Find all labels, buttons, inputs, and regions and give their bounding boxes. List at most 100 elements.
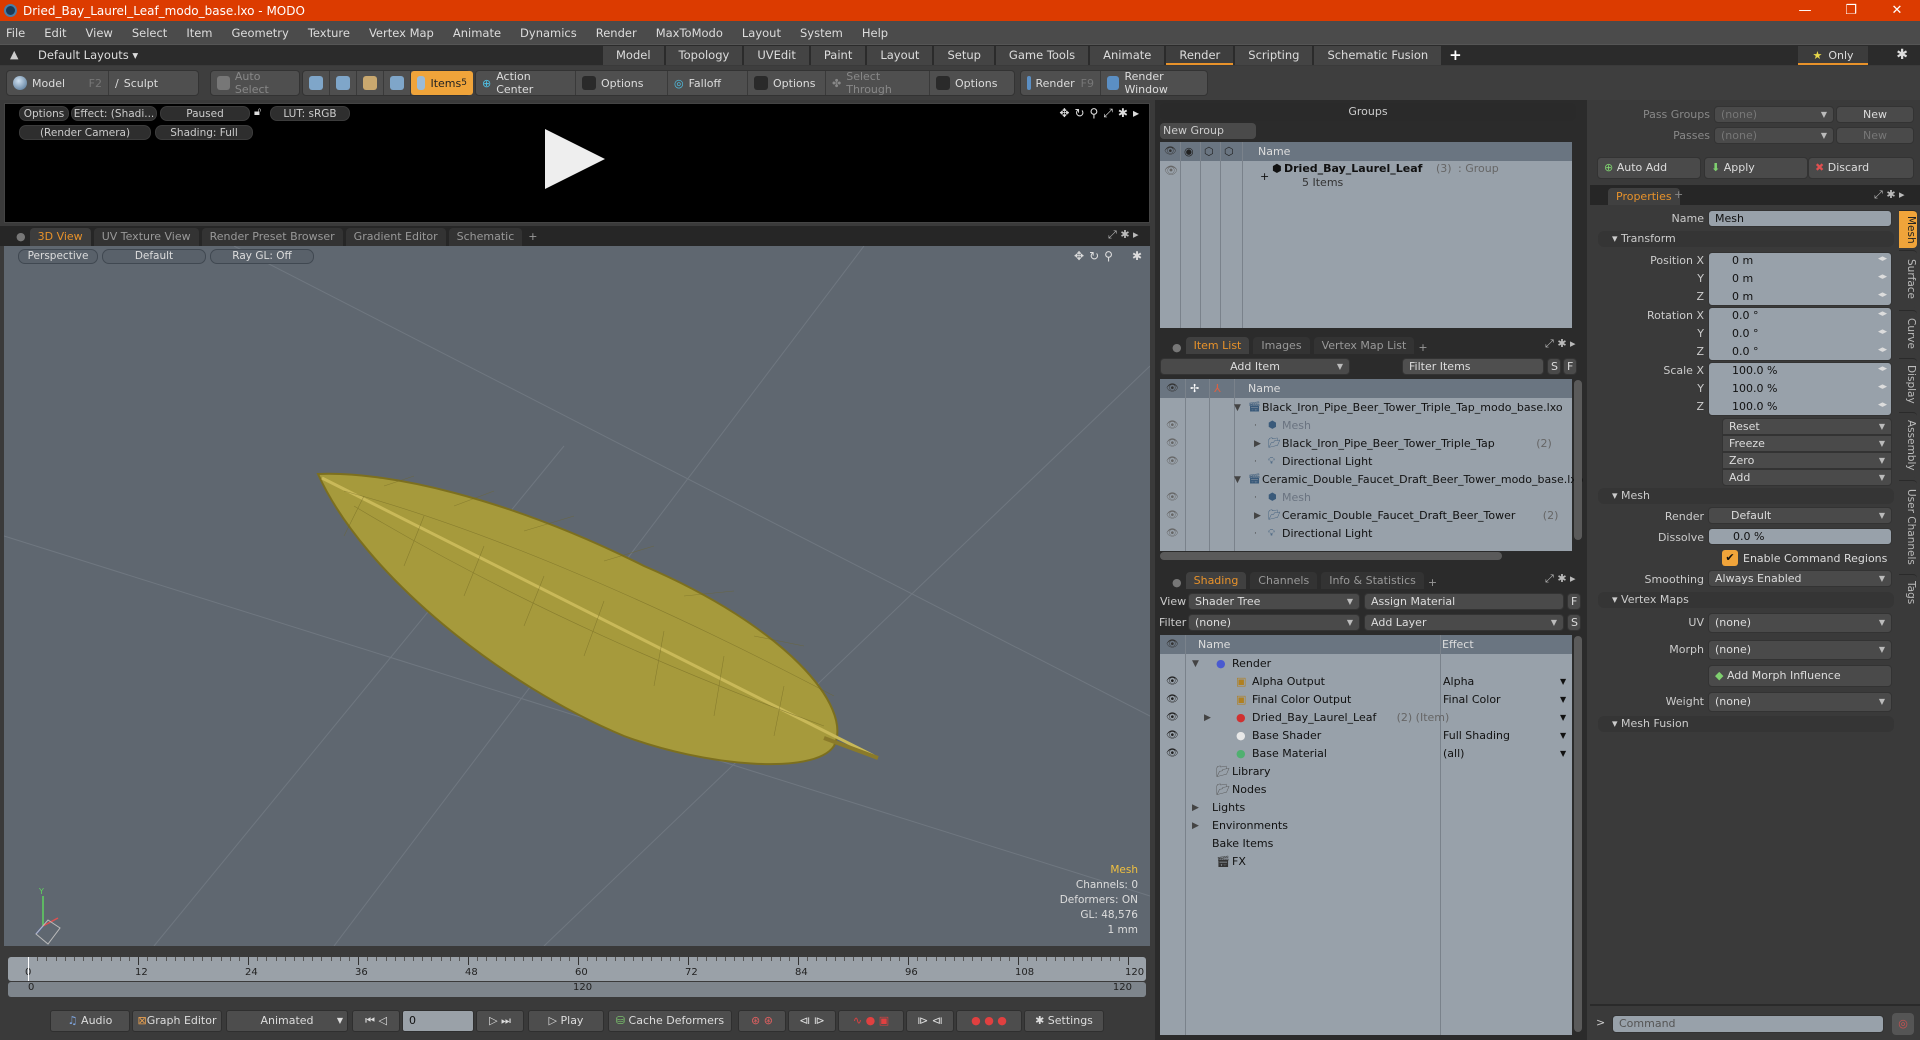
effect-dropdown-arrow-icon[interactable]: ▼ <box>1560 727 1566 745</box>
enable-command-regions-checkbox[interactable]: ✔ <box>1722 550 1738 566</box>
eye-icon[interactable]: 👁︎ <box>1166 691 1179 709</box>
auto-select-button[interactable]: Auto Select <box>211 70 299 96</box>
shader-tree-row[interactable]: 🎬︎ FX <box>1160 853 1572 871</box>
maximize-icon[interactable]: ⤢ <box>1108 228 1117 241</box>
filter-dropdown[interactable]: (none) <box>1188 614 1360 631</box>
effect-value[interactable]: Alpha <box>1443 673 1474 691</box>
layout-tab-topology[interactable]: Topology <box>665 46 743 65</box>
shader-tree-row[interactable]: Bake Items <box>1160 835 1572 853</box>
view-style-dropdown[interactable]: Default <box>102 249 206 264</box>
command-input[interactable]: Command <box>1612 1015 1884 1033</box>
item-list-row[interactable]: ▼ 🎬︎ Ceramic_Double_Faucet_Draft_Beer_Towe… <box>1160 471 1583 489</box>
shader-tree-row[interactable]: ▶ Lights <box>1160 799 1572 817</box>
maximize-icon[interactable]: ⤢ <box>1545 337 1554 350</box>
filter-items-input[interactable]: Filter Items <box>1402 358 1544 375</box>
new-group-button[interactable]: New Group <box>1160 123 1256 139</box>
transform-section[interactable]: ▾ Transform <box>1598 231 1894 247</box>
menu-select[interactable]: Select <box>132 26 167 40</box>
side-tab-curve[interactable]: Curve <box>1899 310 1917 356</box>
menu-edit[interactable]: Edit <box>44 26 66 40</box>
drag-handle-icon[interactable]: ◂▸ <box>1878 309 1887 319</box>
next-key-buttons[interactable]: ▷ ⏭ <box>476 1010 524 1032</box>
3d-viewport[interactable]: Perspective Default Ray GL: Off ✥ ↻ ⚲ ✱ Y M… <box>4 246 1150 946</box>
record-buttons[interactable]: ∿ ● ▣ <box>838 1010 904 1032</box>
materials-mode-button[interactable] <box>384 71 411 95</box>
menu-texture[interactable]: Texture <box>308 26 350 40</box>
mesh-section[interactable]: ▾ Mesh <box>1598 488 1894 504</box>
timeline-range[interactable]: 0 120 120 <box>8 982 1146 997</box>
pan-icon[interactable]: ✥ <box>1074 249 1084 263</box>
drag-handle-icon[interactable]: ◂▸ <box>1878 364 1887 374</box>
eye-icon[interactable]: 👁︎ <box>1166 507 1179 525</box>
add-layout-tab-button[interactable]: + <box>1443 46 1468 65</box>
maximize-icon[interactable]: ⤢ <box>1103 106 1113 121</box>
tab-render-preset-browser[interactable]: Render Preset Browser <box>201 228 343 246</box>
laurel-leaf[interactable] <box>316 472 879 766</box>
shader-tree-row[interactable]: 👁︎ ▣ Final Color Output Final Color ▼ <box>1160 691 1572 709</box>
raygl-toggle[interactable]: Ray GL: Off <box>210 249 314 264</box>
timeline-ruler[interactable]: 01224364860728496108120 <box>8 957 1146 981</box>
freeze-dropdown[interactable]: Freeze <box>1722 435 1892 452</box>
dissolve-input[interactable]: 0.0 % <box>1708 528 1892 545</box>
collapse-arrow-icon[interactable]: ▼ <box>1234 471 1241 489</box>
menu-help[interactable]: Help <box>862 26 888 40</box>
gear-icon[interactable]: ✱ <box>1120 228 1129 241</box>
expand-arrow-icon[interactable]: ▶ <box>1192 799 1199 817</box>
audio-button[interactable]: ♫ Audio <box>50 1010 130 1032</box>
items-mode-button[interactable]: Items 5 <box>411 71 473 95</box>
key-jump-buttons[interactable]: ⧐ ⧏ <box>906 1010 954 1032</box>
render-camera-dropdown[interactable]: (Render Camera) <box>19 125 151 140</box>
layout-tab-model[interactable]: Model <box>603 46 664 65</box>
scale-z-input[interactable]: 100.0 % <box>1732 400 1862 413</box>
tab-3d-view[interactable]: 3D View <box>29 228 91 246</box>
menu-animate[interactable]: Animate <box>453 26 501 40</box>
tab-properties[interactable]: Properties <box>1608 188 1680 205</box>
item-list-row[interactable]: 👁︎ ▶ 📂︎ Ceramic_Double_Faucet_Draft_Beer_To… <box>1160 507 1572 525</box>
lock-icon[interactable]: 🔓︎ <box>254 105 261 119</box>
falloff-button[interactable]: ◎ Falloff <box>668 71 748 95</box>
add-tab-button[interactable]: + <box>528 228 537 246</box>
item-list-row[interactable]: ▼ 🎬︎ Black_Iron_Pipe_Beer_Tower_Triple_Tap… <box>1160 399 1572 417</box>
gear-icon[interactable]: ✱ <box>1896 47 1908 63</box>
menu-layout[interactable]: Layout <box>742 26 781 40</box>
effect-dropdown-arrow-icon[interactable]: ▼ <box>1560 709 1566 727</box>
item-list-row[interactable]: 👁︎ ▶ 📂︎ Black_Iron_Pipe_Beer_Tower_Triple_T… <box>1160 435 1572 453</box>
panel-dot-icon[interactable]: ● <box>1172 576 1182 589</box>
render-window-button[interactable]: Render Window <box>1101 70 1207 96</box>
eye-icon[interactable]: 👁︎ <box>1166 435 1179 453</box>
morph-dropdown[interactable]: (none) <box>1708 640 1892 660</box>
add-item-dropdown[interactable]: Add Item <box>1160 358 1350 375</box>
animated-dropdown[interactable]: Animated ▼ <box>226 1010 348 1032</box>
tree-connector-icon[interactable]: · <box>1254 525 1257 543</box>
expand-arrow-icon[interactable]: ▶ <box>1254 507 1261 525</box>
shader-tree-row[interactable]: 👁︎ ● Base Shader Full Shading ▼ <box>1160 727 1572 745</box>
add-dropdown[interactable]: Add <box>1722 469 1892 486</box>
close-button[interactable]: ✕ <box>1874 0 1920 21</box>
tab-uv-texture-view[interactable]: UV Texture View <box>93 228 199 246</box>
tab-images[interactable]: Images <box>1253 337 1310 354</box>
model-mode-button[interactable]: Model F2 <box>7 71 109 95</box>
add-tab-button[interactable]: + <box>1428 576 1437 589</box>
eye-icon[interactable]: 👁︎ <box>1166 745 1179 763</box>
panel-dot-icon[interactable]: ● <box>1172 341 1182 354</box>
drag-handle-icon[interactable]: ◂▸ <box>1878 272 1887 282</box>
tree-connector-icon[interactable]: · <box>1254 489 1257 507</box>
zoom-icon[interactable]: ⚲ <box>1104 249 1113 263</box>
menu-file[interactable]: File <box>6 26 25 40</box>
expand-arrow-icon[interactable]: ▶ <box>1192 817 1199 835</box>
action-center-button[interactable]: ⊕ Action Center <box>476 70 576 96</box>
gear-icon[interactable]: ✱ <box>1118 106 1128 121</box>
layout-tab-schematic-fusion[interactable]: Schematic Fusion <box>1314 46 1442 65</box>
menu-view[interactable]: View <box>86 26 113 40</box>
item-list-f-button[interactable]: F <box>1563 358 1577 375</box>
record-macro-icon[interactable]: ◎ <box>1892 1013 1914 1035</box>
new-pass-button[interactable]: New <box>1836 127 1914 144</box>
shader-tree-row[interactable]: 📂︎ Nodes <box>1160 781 1572 799</box>
collapse-arrow-icon[interactable]: ▲ <box>10 48 18 61</box>
sculpt-mode-button[interactable]: ∕ Sculpt <box>109 71 164 95</box>
drag-handle-icon[interactable]: ◂▸ <box>1878 400 1887 410</box>
perspective-dropdown[interactable]: Perspective <box>18 249 98 264</box>
arrow-right-icon[interactable]: ▸ <box>1570 337 1576 350</box>
tree-connector-icon[interactable]: · <box>1254 453 1257 471</box>
layout-tab-scripting[interactable]: Scripting <box>1235 46 1313 65</box>
